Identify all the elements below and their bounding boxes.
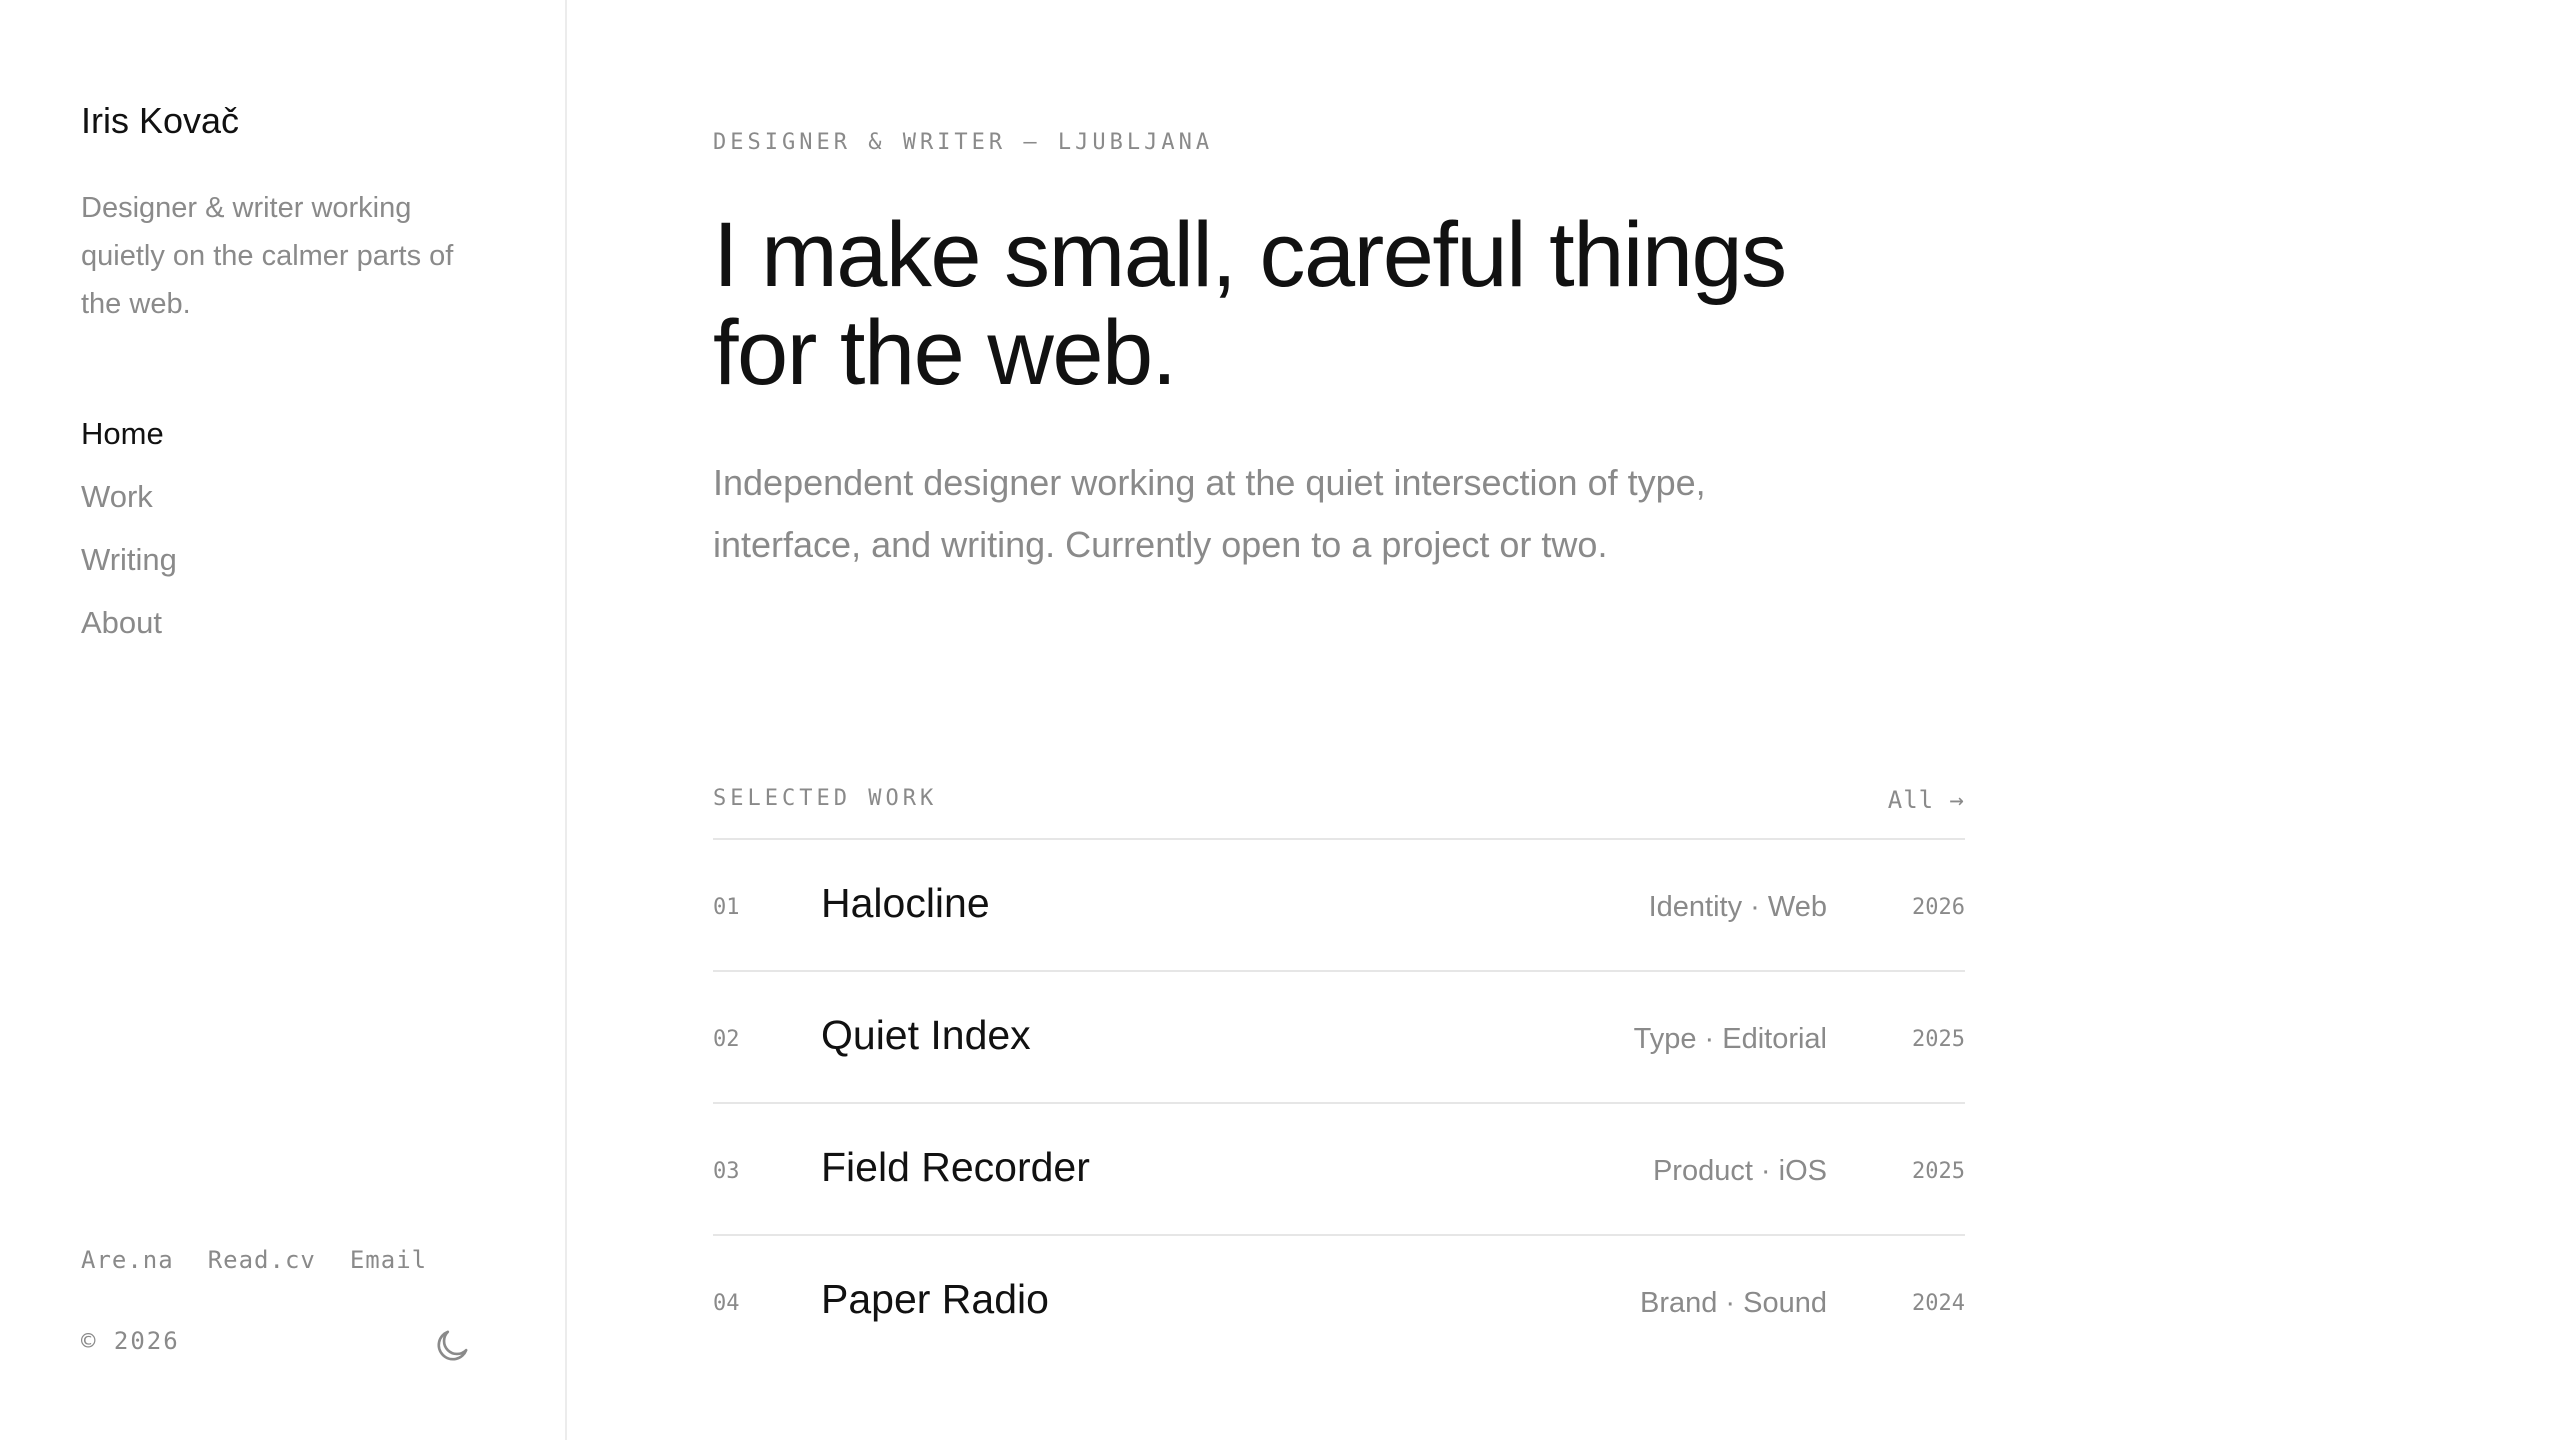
- work-year: 2024: [1912, 1291, 1965, 1316]
- nav-item-home[interactable]: Home: [81, 402, 177, 465]
- copyright: © 2026: [81, 1327, 180, 1355]
- site-name[interactable]: Iris Kovač: [81, 100, 239, 142]
- work-row[interactable]: 03 Field Recorder Product · iOS 2025: [713, 1104, 1965, 1236]
- work-number: 03: [713, 1159, 740, 1184]
- work-row[interactable]: 02 Quiet Index Type · Editorial 2025: [713, 972, 1965, 1104]
- hero-lead: Independent designer working at the quie…: [713, 462, 1706, 565]
- all-work-link[interactable]: All →: [1888, 786, 1965, 814]
- work-tags: Product · iOS: [1652, 1155, 1827, 1187]
- site-tagline: Designer & writer working quietly on the…: [81, 192, 454, 320]
- moon-icon: [437, 1330, 468, 1361]
- social-link-arena[interactable]: Are.na: [81, 1246, 174, 1274]
- work-title[interactable]: Halocline: [821, 880, 990, 927]
- work-tags: Type · Editorial: [1633, 1023, 1827, 1055]
- work-tags: Brand · Sound: [1639, 1287, 1827, 1319]
- social-links: Are.na Read.cv Email: [81, 1246, 427, 1274]
- social-link-readcv[interactable]: Read.cv: [208, 1246, 316, 1274]
- work-year: 2026: [1912, 895, 1965, 920]
- work-row[interactable]: 04 Paper Radio Brand · Sound 2024: [713, 1236, 1965, 1368]
- work-title[interactable]: Field Recorder: [821, 1144, 1090, 1191]
- work-tags: Identity · Web: [1648, 891, 1827, 923]
- work-number: 04: [713, 1291, 740, 1316]
- work-number: 01: [713, 895, 740, 920]
- nav-item-writing[interactable]: Writing: [81, 528, 177, 591]
- nav-item-about[interactable]: About: [81, 591, 177, 654]
- hero-eyebrow: DESIGNER & WRITER — LJUBLJANA: [713, 130, 1214, 155]
- work-year: 2025: [1912, 1027, 1965, 1052]
- work-title[interactable]: Paper Radio: [821, 1276, 1049, 1323]
- hero-headline: I make small, careful things for the web…: [713, 204, 1787, 404]
- main-nav: Home Work Writing About: [81, 402, 177, 654]
- work-title[interactable]: Quiet Index: [821, 1012, 1031, 1059]
- work-year: 2025: [1912, 1159, 1965, 1184]
- work-number: 02: [713, 1027, 740, 1052]
- section-title: SELECTED WORK: [713, 786, 938, 811]
- social-link-email[interactable]: Email: [350, 1246, 427, 1274]
- sidebar: Iris Kovač Designer & writer working qui…: [0, 0, 567, 1440]
- nav-item-work[interactable]: Work: [81, 465, 177, 528]
- selected-work-header: SELECTED WORK All →: [713, 786, 1965, 840]
- work-row[interactable]: 01 Halocline Identity · Web 2026: [713, 840, 1965, 972]
- theme-toggle-button[interactable]: [432, 1326, 472, 1366]
- work-list: 01 Halocline Identity · Web 2026 02 Quie…: [713, 840, 1965, 1368]
